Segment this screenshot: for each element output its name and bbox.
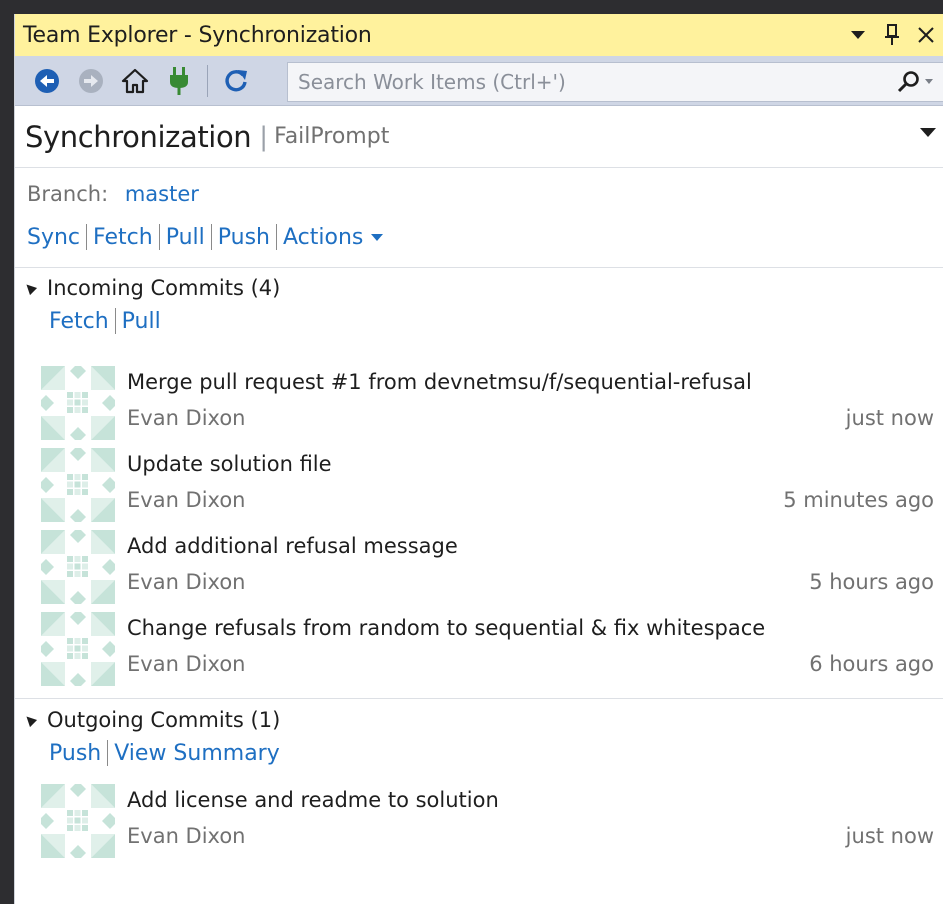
team-explorer-window: Team Explorer - Synchronization Search W…	[14, 14, 943, 904]
sync-link[interactable]: Sync	[27, 225, 80, 250]
branch-label: Branch:	[27, 182, 109, 206]
close-icon[interactable]	[909, 14, 943, 56]
branch-link[interactable]: master	[125, 182, 199, 206]
collapse-triangle-icon[interactable]	[22, 280, 38, 296]
sync-actions: Sync Fetch Pull Push Actions	[27, 224, 384, 250]
search-input[interactable]	[288, 63, 887, 101]
commit-message: Add additional refusal message	[127, 534, 458, 558]
fetch-link[interactable]: Fetch	[93, 225, 153, 250]
commit-item[interactable]: Add license and readme to solution Evan …	[15, 784, 943, 866]
search-button[interactable]	[887, 63, 943, 101]
link-separator	[275, 224, 277, 250]
window-title: Team Explorer - Synchronization	[23, 22, 372, 48]
section-divider	[15, 698, 943, 699]
outgoing-push-link[interactable]: Push	[49, 741, 101, 766]
chevron-down-icon	[371, 234, 384, 241]
pin-icon[interactable]	[875, 14, 909, 56]
commit-message: Add license and readme to solution	[127, 788, 499, 812]
branch-area: Branch: master Sync Fetch Pull Push Acti…	[15, 168, 943, 268]
repository-name: FailPrompt	[274, 124, 390, 149]
link-separator	[210, 224, 212, 250]
commit-time: just now	[845, 406, 934, 430]
view-summary-link[interactable]: View Summary	[114, 741, 280, 766]
avatar	[41, 530, 115, 604]
back-icon[interactable]	[25, 59, 69, 103]
commit-time: just now	[845, 824, 934, 848]
toolbar-separator	[207, 64, 208, 97]
incoming-commits-header[interactable]: Incoming Commits (4)	[22, 276, 281, 300]
commit-time: 5 hours ago	[809, 570, 934, 594]
incoming-fetch-link[interactable]: Fetch	[49, 309, 109, 334]
link-separator	[114, 308, 116, 334]
outgoing-commits-title: Outgoing Commits (1)	[47, 708, 281, 732]
link-separator	[86, 224, 88, 250]
incoming-actions: Fetch Pull	[49, 308, 161, 334]
search-icon	[897, 71, 919, 93]
commit-author: Evan Dixon	[127, 652, 246, 676]
commit-time: 6 hours ago	[809, 652, 934, 676]
commit-time: 5 minutes ago	[783, 488, 934, 512]
search-box[interactable]	[287, 62, 943, 102]
actions-link[interactable]: Actions	[282, 224, 384, 250]
pull-link[interactable]: Pull	[166, 225, 205, 250]
commit-author: Evan Dixon	[127, 406, 246, 430]
commit-author: Evan Dixon	[127, 824, 246, 848]
page-header: Synchronization | FailPrompt	[15, 106, 943, 168]
link-separator	[158, 224, 160, 250]
commit-item[interactable]: Change refusals from random to sequentia…	[15, 612, 943, 694]
chevron-down-icon	[925, 79, 933, 84]
connect-icon[interactable]	[157, 59, 201, 103]
commit-author: Evan Dixon	[127, 570, 246, 594]
commit-message: Merge pull request #1 from devnetmsu/f/s…	[127, 370, 752, 394]
refresh-icon[interactable]	[214, 59, 258, 103]
avatar	[41, 448, 115, 522]
outgoing-commits-section: Outgoing Commits (1) Push View Summary A…	[15, 700, 943, 880]
collapse-triangle-icon[interactable]	[22, 712, 38, 728]
push-link[interactable]: Push	[218, 225, 270, 250]
commit-item[interactable]: Add additional refusal message Evan Dixo…	[15, 530, 943, 612]
commit-item[interactable]: Update solution file Evan Dixon 5 minute…	[15, 448, 943, 530]
page-title: Synchronization	[25, 119, 252, 154]
commit-author: Evan Dixon	[127, 488, 246, 512]
branch-row: Branch: master	[27, 182, 199, 206]
incoming-commits-section: Incoming Commits (4) Fetch Pull Merge pu…	[15, 268, 943, 698]
avatar	[41, 366, 115, 440]
commit-message: Update solution file	[127, 452, 332, 476]
actions-label: Actions	[282, 224, 364, 250]
outgoing-commits-header[interactable]: Outgoing Commits (1)	[22, 708, 281, 732]
outgoing-actions: Push View Summary	[49, 740, 280, 766]
title-bar: Team Explorer - Synchronization	[15, 14, 943, 56]
incoming-commits-title: Incoming Commits (4)	[47, 276, 281, 300]
link-separator	[107, 740, 109, 766]
dropdown-icon[interactable]	[841, 14, 875, 56]
commit-item[interactable]: Merge pull request #1 from devnetmsu/f/s…	[15, 366, 943, 448]
incoming-pull-link[interactable]: Pull	[122, 309, 161, 334]
avatar	[41, 784, 115, 858]
commit-message: Change refusals from random to sequentia…	[127, 616, 766, 640]
header-separator: |	[259, 121, 269, 152]
home-icon[interactable]	[113, 59, 157, 103]
page-menu-dropdown-icon[interactable]	[920, 128, 936, 137]
avatar	[41, 612, 115, 686]
title-controls	[841, 14, 943, 56]
forward-icon[interactable]	[69, 59, 113, 103]
